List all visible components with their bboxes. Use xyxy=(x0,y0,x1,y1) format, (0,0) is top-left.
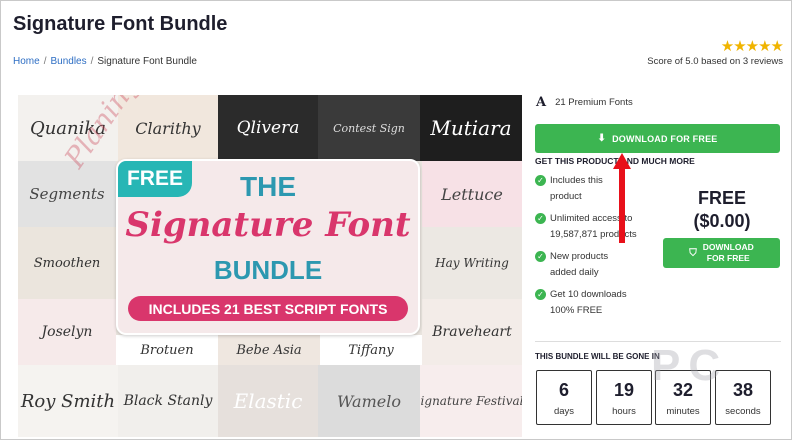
promo-line-the: THE xyxy=(240,171,296,202)
breadcrumb-separator: / xyxy=(90,56,94,67)
breadcrumb-bundles[interactable]: Bundles xyxy=(50,56,86,67)
side-download-button[interactable]: ⛉ DOWNLOAD FOR FREE xyxy=(663,238,780,268)
download-icon: ⬇ xyxy=(597,133,607,144)
gallery-tile: Tiffany xyxy=(320,335,422,365)
download-button-label: DOWNLOAD FOR FREE xyxy=(612,133,718,144)
shield-icon: ⛉ xyxy=(689,247,697,259)
check-icon: ✓ xyxy=(535,213,546,224)
countdown-heading: THIS BUNDLE WILL BE GONE IN xyxy=(535,352,660,361)
price-label: FREE xyxy=(697,188,746,208)
gallery-tile: Segments xyxy=(18,161,116,227)
product-meta: A 21 Premium Fonts xyxy=(536,95,633,110)
gallery-tile: Clarithy xyxy=(118,95,218,161)
gallery-tile: Mutiara xyxy=(420,95,522,161)
page-title: Signature Font Bundle xyxy=(13,13,228,35)
gallery-tile: Roy Smith xyxy=(18,365,118,437)
gallery-tile: Signature Festivals xyxy=(420,365,522,437)
gallery-tile: Wamelo xyxy=(318,365,420,437)
gallery-tile: Qlivera xyxy=(218,95,318,161)
gallery-tile: Lettuce xyxy=(422,161,522,227)
promo-line-bundle: BUNDLE xyxy=(213,255,323,285)
star-icon: ★ xyxy=(720,38,734,55)
gallery-tile: Hay Writing xyxy=(422,227,522,299)
star-icon: ★ xyxy=(758,38,771,55)
rating-score: Score of 5.0 based on 3 reviews xyxy=(647,56,783,67)
perk-text: New products added daily xyxy=(550,251,609,278)
perk-text: Includes this product xyxy=(550,175,603,202)
perk-text: Get 10 downloads 100% FREE xyxy=(550,289,627,316)
product-meta-text: 21 Premium Fonts xyxy=(555,97,633,108)
star-icon: ★ xyxy=(745,38,759,55)
promo-banner: INCLUDES 21 BEST SCRIPT FONTS xyxy=(128,296,408,321)
promo-card: FREE THE Signature Font BUNDLE INCLUDES … xyxy=(116,159,420,335)
countdown-seconds: 38 seconds xyxy=(715,370,771,425)
gallery-tile: Black Stanly xyxy=(118,365,218,437)
side-download-label: DOWNLOAD FOR FREE xyxy=(702,242,754,263)
rating-stars: ★★★★★ xyxy=(720,37,784,55)
check-icon: ✓ xyxy=(535,289,546,300)
perk-item: ✓ Unlimited access to 19,587,871 products xyxy=(535,211,655,243)
gallery-tile: Elastic xyxy=(218,365,318,437)
breadcrumb-home[interactable]: Home xyxy=(13,56,40,67)
gallery-tile: Brotuen xyxy=(116,335,218,365)
download-for-free-button[interactable]: ⬇ DOWNLOAD FOR FREE xyxy=(535,124,780,153)
breadcrumb-separator: / xyxy=(43,56,47,67)
star-icon: ★ xyxy=(770,38,784,55)
divider xyxy=(535,341,781,342)
gallery-tile: Quanika xyxy=(18,95,118,161)
perk-item: ✓ Includes this product xyxy=(535,173,655,205)
perk-item: ✓ New products added daily xyxy=(535,249,655,281)
gallery-tile: Smoothen xyxy=(18,227,116,299)
gallery-tile: Joselyn xyxy=(18,299,116,365)
arrow-annotation xyxy=(613,153,631,243)
check-icon: ✓ xyxy=(535,251,546,262)
star-icon: ★ xyxy=(733,38,746,55)
countdown-minutes: 32 minutes xyxy=(655,370,711,425)
gallery-tile: Braveheart xyxy=(422,299,522,365)
countdown-days: 6 days xyxy=(536,370,592,425)
gallery-tile: Contest Sign xyxy=(318,95,420,161)
breadcrumb: Home / Bundles / Signature Font Bundle xyxy=(13,56,197,67)
check-icon: ✓ xyxy=(535,175,546,186)
price-value: ($0.00) xyxy=(693,211,751,231)
product-gallery[interactable]: Quanika Clarithy Qlivera Contest Sign Mu… xyxy=(18,95,522,437)
perks-list: ✓ Includes this product ✓ Unlimited acces… xyxy=(535,173,655,325)
perk-item: ✓ Get 10 downloads 100% FREE xyxy=(535,287,655,319)
breadcrumb-current: Signature Font Bundle xyxy=(97,56,197,67)
gallery-tile: Bebe Asia xyxy=(218,335,320,365)
countdown-hours: 19 hours xyxy=(596,370,652,425)
promo-line-signature: Signature Font xyxy=(125,205,411,245)
font-icon: A xyxy=(536,95,547,110)
